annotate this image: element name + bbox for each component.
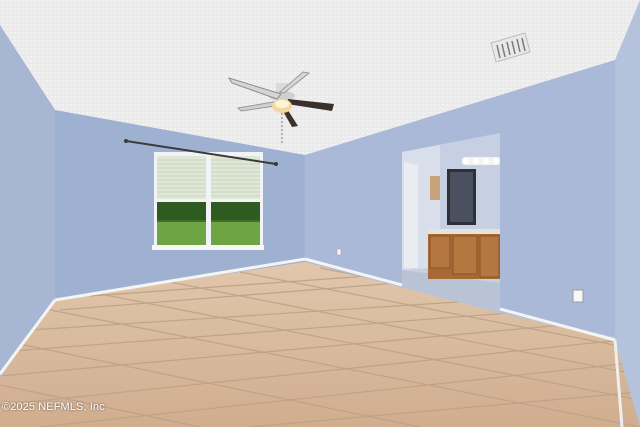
- window: [152, 152, 264, 250]
- wall-picture: [430, 176, 440, 200]
- wall-outlet: [572, 289, 584, 303]
- bathroom-doorway: [402, 133, 500, 283]
- wall-outlet-small: [336, 248, 342, 256]
- vanity-counter: [428, 229, 500, 234]
- open-door: [404, 162, 418, 268]
- watermark: ©2025 NEFMLS, Inc: [2, 401, 105, 413]
- room-photo: [0, 0, 640, 427]
